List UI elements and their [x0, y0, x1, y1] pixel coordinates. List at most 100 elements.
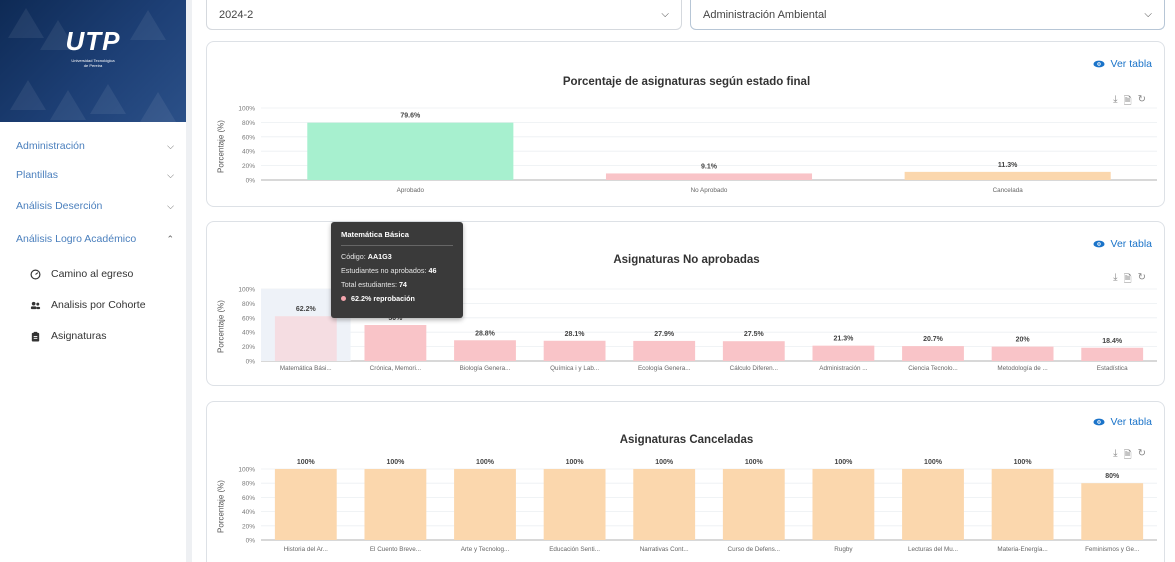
- bar-value-label: 100%: [655, 459, 674, 466]
- x-tick-label: Materia-Energía...: [997, 546, 1048, 553]
- bar-value-label: 100%: [566, 459, 585, 466]
- chart-bar[interactable]: [543, 340, 606, 361]
- period-select[interactable]: 2024-2 ⌵: [206, 0, 682, 30]
- chart-bar[interactable]: [991, 469, 1054, 540]
- chart-bar[interactable]: [364, 325, 427, 361]
- bar-value-label: 80%: [1105, 473, 1120, 480]
- chevron-down-icon: ⌵: [167, 169, 174, 180]
- sidebar-subitem-label: Asignaturas: [51, 330, 107, 342]
- sidebar-subitem-camino-egreso[interactable]: Camino al egreso: [29, 264, 133, 284]
- chart-bar[interactable]: [454, 469, 516, 540]
- sidebar-item-analisis-logro[interactable]: Análisis Logro Académico ⌃: [16, 229, 174, 249]
- sidebar-subitem-analisis-cohorte[interactable]: Analisis por Cohorte: [29, 295, 146, 315]
- chart-bar[interactable]: [364, 469, 427, 540]
- x-tick-label: Feminismos y Ge...: [1085, 546, 1139, 553]
- x-tick-label: Administración ...: [819, 365, 868, 372]
- chart-tooltip: Matemática Básica Código: AA1G3 Estudian…: [331, 222, 463, 318]
- chart-bar[interactable]: [633, 340, 696, 361]
- x-tick-label: Ecología Genera...: [638, 365, 691, 372]
- chart-canceladas: 100% 80% 60% 40% 20% 0% 100% Historia del Ar...…: [238, 459, 1157, 553]
- chart-estado-final: 100% 80% 60% 40% 20% 0% 79.6% Aprobado 9.1% No Ap…: [238, 106, 1157, 194]
- chart-bar[interactable]: [902, 469, 964, 540]
- users-icon: [29, 299, 41, 311]
- chart-bar[interactable]: [722, 341, 785, 361]
- bar-value-label: 20.7%: [923, 336, 944, 343]
- bar-value-label: 9.1%: [701, 163, 718, 170]
- x-tick-label: Narrativas Cont...: [640, 546, 689, 553]
- chart-bar[interactable]: [902, 346, 964, 361]
- x-tick-label: Aprobado: [397, 187, 425, 194]
- tooltip-no-aprobados: Estudiantes no aprobados: 46: [341, 266, 437, 275]
- logo-mark: UTP: [65, 26, 121, 56]
- chart-bar[interactable]: [543, 469, 606, 540]
- x-tick-label: Biología Genera...: [460, 365, 511, 372]
- bar-value-label: 27.5%: [744, 331, 765, 338]
- chevron-down-icon: ⌵: [167, 140, 174, 151]
- sidebar-item-plantillas[interactable]: Plantillas ⌵: [16, 165, 174, 185]
- bar-value-label: 18.4%: [1102, 338, 1123, 345]
- clipboard-icon: [29, 330, 41, 342]
- y-tick-label: 0%: [246, 538, 256, 545]
- bar-value-label: 79.6%: [400, 113, 421, 120]
- chart-bar[interactable]: [605, 173, 813, 180]
- chart-bar[interactable]: [812, 345, 875, 361]
- bar-value-label: 21.3%: [833, 336, 854, 343]
- bar-value-label: 27.9%: [654, 331, 675, 338]
- y-tick-label: 40%: [242, 149, 255, 156]
- x-tick-label: No Aprobado: [691, 187, 728, 194]
- chart-bar[interactable]: [991, 346, 1054, 361]
- chart-card-estado-final: Ver tabla Porcentaje de asignaturas segú…: [206, 41, 1165, 207]
- sidebar-item-label: Administración: [16, 140, 85, 152]
- chart-bar[interactable]: [454, 340, 516, 361]
- y-tick-label: 20%: [242, 344, 255, 351]
- bar-value-label: 62.2%: [296, 306, 317, 313]
- x-tick-label: Rugby: [834, 546, 853, 553]
- x-tick-label: El Cuento Breve...: [370, 546, 421, 553]
- chart-bar[interactable]: [274, 316, 337, 361]
- logo-subtitle: Universidad Tecnológica de Pereira: [71, 58, 115, 68]
- sidebar-item-label: Análisis Logro Académico: [16, 233, 137, 245]
- chart-bar[interactable]: [722, 469, 785, 540]
- bar-value-label: 100%: [745, 459, 764, 466]
- bar-value-label: 28.8%: [475, 330, 496, 337]
- chevron-down-icon: ⌵: [661, 9, 669, 20]
- chart-card-canceladas: Ver tabla Asignaturas Canceladas ⤓ 🗎 ↻ P…: [206, 401, 1165, 562]
- bar-value-label: 20%: [1016, 337, 1031, 344]
- x-tick-label: Ciencia Tecnolo...: [908, 365, 958, 372]
- bar-value-label: 100%: [924, 459, 943, 466]
- x-tick-label: Matemática Bási...: [280, 365, 332, 372]
- x-tick-label: Crónica, Memori...: [370, 365, 422, 372]
- bar-value-label: 100%: [386, 459, 405, 466]
- y-tick-label: 100%: [238, 467, 255, 474]
- y-tick-label: 40%: [242, 509, 255, 516]
- program-select-value: Administración Ambiental: [703, 8, 827, 21]
- tooltip-codigo: Código: AA1G3: [341, 252, 392, 261]
- chart-bar[interactable]: [274, 469, 337, 540]
- x-tick-label: Lecturas del Mu...: [908, 546, 958, 553]
- bar-value-label: 100%: [476, 459, 495, 466]
- y-tick-label: 40%: [242, 330, 255, 337]
- y-tick-label: 0%: [246, 178, 256, 185]
- utp-logo: UTP Universidad Tecnológica de Pereira: [0, 0, 186, 122]
- tooltip-reprobacion: 62.2% reprobación: [341, 294, 453, 303]
- x-tick-label: Historia del Ar...: [284, 546, 328, 553]
- y-tick-label: 80%: [242, 301, 255, 308]
- y-tick-label: 100%: [238, 106, 255, 113]
- bar-value-label: 100%: [1014, 459, 1033, 466]
- period-select-value: 2024-2: [219, 8, 254, 21]
- sidebar-item-analisis-desercion[interactable]: Análisis Deserción ⌵: [16, 196, 174, 216]
- chart-bar[interactable]: [1081, 347, 1144, 361]
- chart-bar[interactable]: [904, 171, 1111, 180]
- chevron-up-icon: ⌃: [166, 233, 174, 244]
- chart-bar[interactable]: [812, 469, 875, 540]
- bar-value-label: 100%: [297, 459, 316, 466]
- chart-bar[interactable]: [307, 122, 514, 180]
- chart-bar[interactable]: [1081, 483, 1144, 540]
- program-select[interactable]: Administración Ambiental ⌵: [690, 0, 1165, 30]
- sidebar-item-administracion[interactable]: Administración ⌵: [16, 136, 174, 156]
- y-tick-label: 20%: [242, 163, 255, 170]
- chart-bar[interactable]: [633, 469, 696, 540]
- y-tick-label: 60%: [242, 495, 255, 502]
- sidebar-item-label: Plantillas: [16, 169, 59, 181]
- sidebar-subitem-asignaturas[interactable]: Asignaturas: [29, 326, 106, 346]
